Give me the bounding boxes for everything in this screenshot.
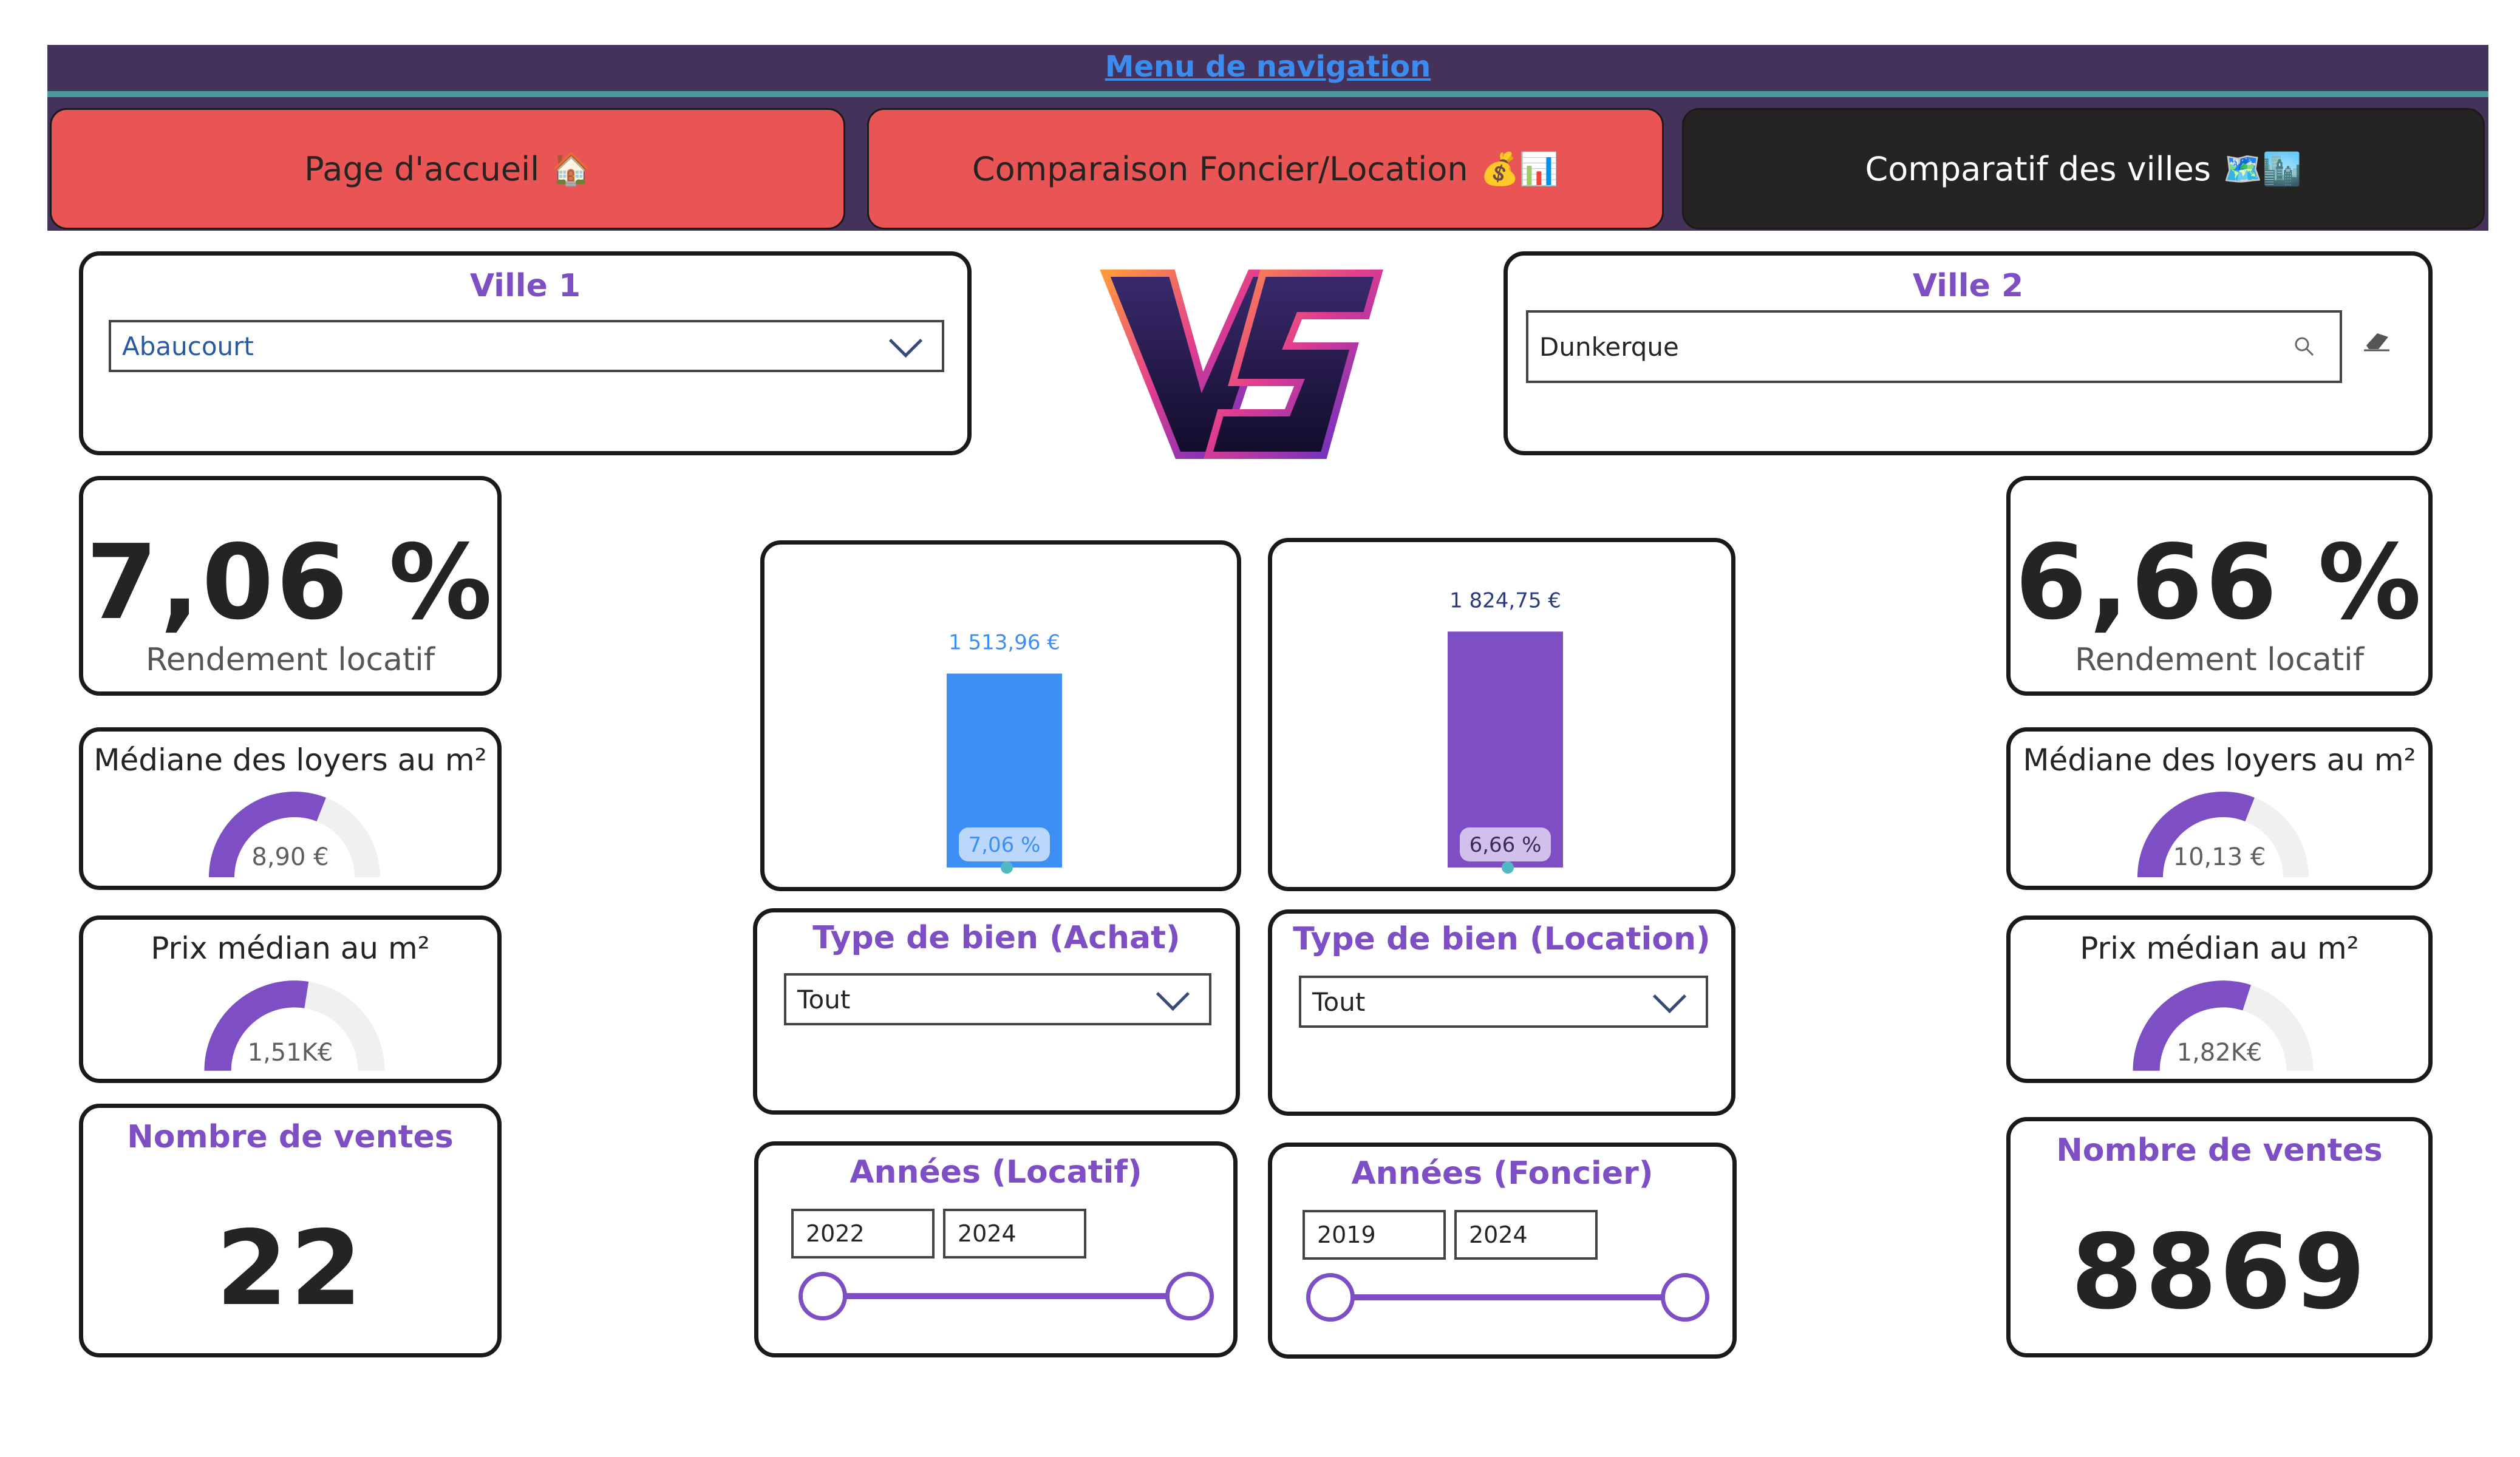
type-bien-achat-value: Tout [797,984,851,1014]
ville1-selected-value: Abaucourt [122,331,254,361]
ville2-bar-chart-card: 1 824,75 € 6,66 % [1268,538,1735,891]
annees-locatif-slider-track[interactable] [825,1293,1190,1299]
ville1-prix-median-title: Prix médian au m² [151,931,430,966]
house-icon: 🏠 [551,151,591,188]
annees-locatif-slider-end-handle[interactable] [1165,1272,1214,1320]
annees-foncier-to-value: 2024 [1469,1221,1528,1248]
ville2-median-loyer-title: Médiane des loyers au m² [2023,742,2416,778]
ville2-search-value: Dunkerque [1539,331,1679,362]
map-city-icon: 🗺️🏙️ [2222,151,2302,188]
ville1-bar-chart: 1 513,96 € 7,06 % [947,631,1062,874]
chevron-down-icon [888,324,923,358]
ville2-prix-median-card: Prix médian au m² 1,82K€ [2006,915,2433,1083]
chevron-down-icon [1156,977,1190,1011]
annees-foncier-slider-track[interactable] [1333,1294,1685,1300]
annees-foncier-slider-end-handle[interactable] [1661,1273,1709,1322]
ville2-search-input[interactable]: Dunkerque [1526,310,2342,383]
chevron-down-icon [1652,979,1687,1013]
ville1-median-loyer-card: Médiane des loyers au m² 8,90 € [79,727,502,890]
bar-secondary-label: 7,06 % [969,833,1041,857]
vs-logo [1100,270,1383,459]
annees-locatif-to-value: 2024 [958,1220,1017,1247]
ville2-prix-median-title: Prix médian au m² [2080,931,2359,966]
type-bien-location-dropdown[interactable]: Tout [1299,976,1708,1028]
ville1-title: Ville 1 [469,268,581,304]
ville1-prix-median-card: Prix médian au m² 1,51K€ [79,915,502,1083]
bar-data-label: 1 824,75 € [1449,588,1561,613]
ville2-ventes-title: Nombre de ventes [2056,1132,2383,1169]
nav-button-comparatif-label: Comparatif des villes [1865,149,2211,188]
annees-locatif-from-value: 2022 [806,1220,865,1247]
type-bien-achat-dropdown[interactable]: Tout [784,973,1211,1025]
annees-foncier-title: Années (Foncier) [1351,1155,1653,1192]
bar-data-label: 1 513,96 € [948,631,1060,655]
ville1-median-loyer-title: Médiane des loyers au m² [94,742,487,778]
ville1-rendement-value: 7,06 % [86,523,495,643]
ville1-ventes-value: 22 [216,1209,365,1329]
bar-secondary-label: 6,66 % [1469,833,1542,857]
ville1-rendement-card: 7,06 % Rendement locatif [79,476,502,696]
ville1-median-loyer-value: 8,90 € [251,843,329,871]
annees-locatif-from-input[interactable]: 2022 [791,1209,935,1258]
ville2-rendement-value: 6,66 % [2015,523,2424,643]
type-bien-location-card: Type de bien (Location) Tout [1268,909,1735,1116]
ville1-bar-chart-card: 1 513,96 € 7,06 % [760,540,1241,891]
ville1-ventes-title: Nombre de ventes [127,1119,454,1155]
ville2-rendement-card: 6,66 % Rendement locatif [2006,476,2433,696]
navigation-divider [47,91,2488,97]
nav-button-comparaison-label: Comparaison Foncier/Location [972,149,1468,188]
annees-foncier-slider-start-handle[interactable] [1306,1273,1355,1322]
ville2-bar-chart: 1 824,75 € 6,66 % [1448,588,1563,874]
annees-locatif-to-input[interactable]: 2024 [943,1209,1086,1258]
annees-locatif-title: Années (Locatif) [850,1154,1142,1190]
ville2-ventes-card: Nombre de ventes 8869 [2006,1117,2433,1357]
annees-foncier-from-value: 2019 [1317,1221,1376,1248]
ville2-rendement-label: Rendement locatif [2074,642,2365,678]
bar-marker [1502,861,1514,874]
nav-button-home-label: Page d'accueil [304,149,540,188]
annees-locatif-card: Années (Locatif) 2022 2024 [754,1141,1238,1357]
ville1-dropdown[interactable]: Abaucourt [109,320,944,372]
type-bien-location-title: Type de bien (Location) [1293,921,1711,957]
annees-foncier-to-input[interactable]: 2024 [1454,1210,1598,1260]
bar-marker [1001,861,1013,874]
nav-button-home[interactable]: Page d'accueil 🏠 [50,108,845,229]
ville2-title: Ville 2 [1912,268,2024,304]
ville2-ventes-value: 8869 [2071,1212,2368,1333]
nav-button-comparaison-foncier-location[interactable]: Comparaison Foncier/Location 💰📊 [867,108,1664,229]
annees-foncier-card: Années (Foncier) 2019 2024 [1268,1143,1737,1359]
eraser-icon[interactable] [2362,328,2392,353]
type-bien-location-value: Tout [1312,987,1366,1017]
ville1-prix-median-value: 1,51K€ [247,1039,333,1067]
ville1-slicer-card: Ville 1 Abaucourt [79,251,972,455]
ville2-median-loyer-value: 10,13 € [2173,843,2266,871]
ville2-median-loyer-card: Médiane des loyers au m² 10,13 € [2006,727,2433,890]
type-bien-achat-title: Type de bien (Achat) [812,920,1180,956]
annees-locatif-slider-start-handle[interactable] [799,1272,847,1320]
ville2-prix-median-value: 1,82K€ [2176,1039,2263,1067]
ville1-rendement-label: Rendement locatif [145,642,435,678]
ville2-slicer-card: Ville 2 Dunkerque [1503,251,2433,455]
annees-foncier-from-input[interactable]: 2019 [1303,1210,1446,1260]
navigation-title-link[interactable]: Menu de navigation [47,45,2488,93]
search-icon [2295,337,2314,356]
ville1-ventes-card: Nombre de ventes 22 [79,1104,502,1357]
nav-button-comparatif-villes[interactable]: Comparatif des villes 🗺️🏙️ [1682,108,2485,229]
type-bien-achat-card: Type de bien (Achat) Tout [753,908,1240,1115]
money-bag-chart-icon: 💰📊 [1480,151,1559,188]
